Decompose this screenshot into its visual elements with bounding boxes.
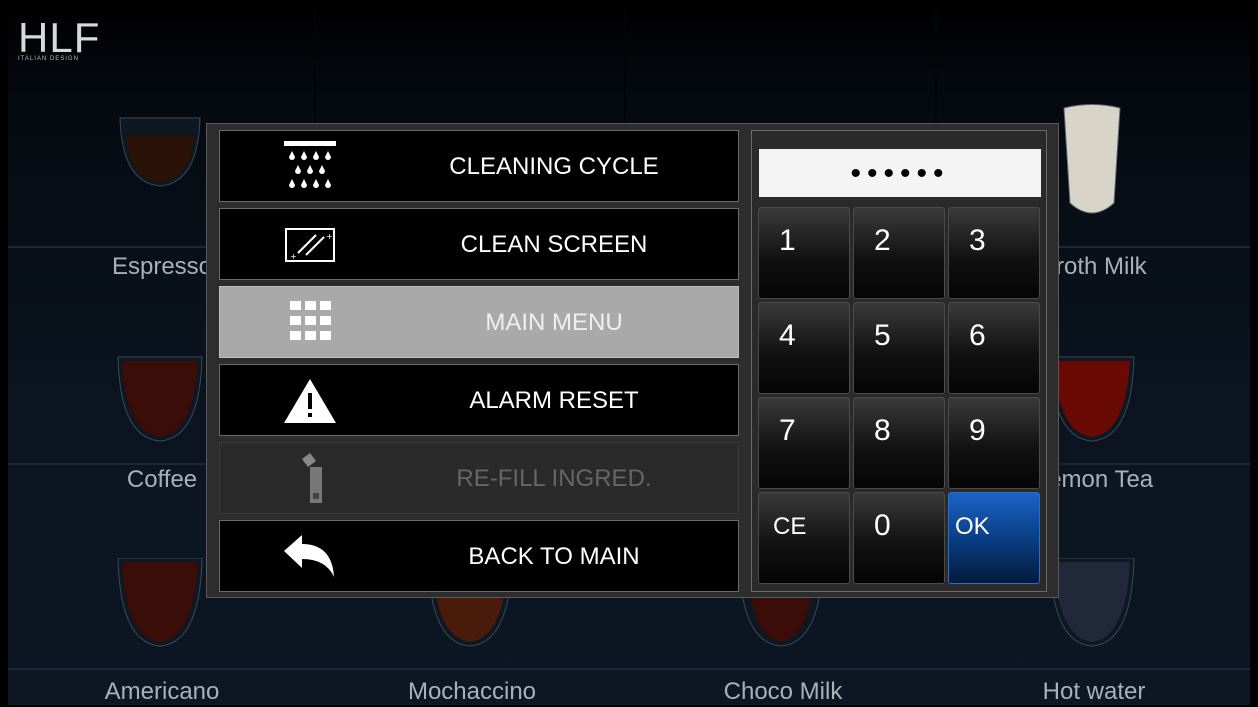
menu-item-label: RE-FILL INGRED.	[456, 465, 652, 492]
key-label: CE	[773, 513, 807, 540]
key-label: 3	[969, 224, 986, 257]
key-label: 0	[874, 509, 891, 542]
key-0[interactable]: 0	[853, 492, 945, 584]
back-arrow-icon	[284, 535, 334, 577]
menu-item-label: MAIN MENU	[485, 309, 623, 336]
key-label: 2	[874, 224, 891, 257]
key-4[interactable]: 4	[758, 302, 850, 394]
cup-icon	[117, 356, 203, 442]
key-label: OK	[955, 513, 990, 540]
warning-icon	[284, 379, 336, 423]
menu-item-label: CLEANING CYCLE	[449, 153, 659, 180]
alarm-reset-button[interactable]: ALARM RESET	[219, 364, 739, 436]
refill-icon	[302, 453, 322, 503]
clean-screen-button[interactable]: + + CLEAN SCREEN	[219, 208, 739, 280]
key-label: 4	[779, 319, 796, 352]
key-9[interactable]: 9	[948, 397, 1040, 489]
service-menu-panel: CLEANING CYCLE + + CLEAN SCREEN MAIN MEN…	[206, 123, 1059, 598]
drink-name: Americano	[104, 678, 220, 705]
key-label: 1	[779, 224, 796, 257]
key-clear-entry[interactable]: CE	[758, 492, 850, 584]
menu-item-label: CLEAN SCREEN	[460, 231, 648, 258]
back-to-main-button[interactable]: BACK TO MAIN	[219, 520, 739, 592]
pin-keypad: •••••• 1 2 3 4 5 6 7 8 9 CE 0 OK	[751, 130, 1047, 592]
refill-ingredients-button[interactable]: RE-FILL INGRED.	[219, 442, 739, 514]
shelf-line	[8, 668, 1250, 670]
cleaning-cycle-icon	[284, 141, 336, 188]
key-2[interactable]: 2	[853, 207, 945, 299]
svg-text:+: +	[290, 252, 297, 261]
key-1[interactable]: 1	[758, 207, 850, 299]
key-label: 9	[969, 414, 986, 447]
drink-name: Hot water	[1042, 678, 1146, 705]
key-label: 7	[779, 414, 796, 447]
menu-item-label: BACK TO MAIN	[468, 543, 640, 570]
key-ok[interactable]: OK	[948, 492, 1040, 584]
cleaning-cycle-button[interactable]: CLEANING CYCLE	[219, 130, 739, 202]
grid-icon	[290, 301, 331, 340]
menu-item-label: ALARM RESET	[469, 387, 639, 414]
drink-name: Mochaccino	[407, 678, 537, 705]
main-menu-button[interactable]: MAIN MENU	[219, 286, 739, 358]
drink-name: Choco Milk	[723, 678, 843, 705]
key-7[interactable]: 7	[758, 397, 850, 489]
key-label: 5	[874, 319, 891, 352]
key-6[interactable]: 6	[948, 302, 1040, 394]
key-3[interactable]: 3	[948, 207, 1040, 299]
key-8[interactable]: 8	[853, 397, 945, 489]
pin-display: ••••••	[759, 149, 1041, 197]
key-label: 6	[969, 319, 986, 352]
key-label: 8	[874, 414, 891, 447]
svg-text:+: +	[326, 232, 333, 241]
clean-screen-icon: + +	[285, 228, 335, 262]
cup-icon	[117, 558, 203, 647]
key-5[interactable]: 5	[853, 302, 945, 394]
